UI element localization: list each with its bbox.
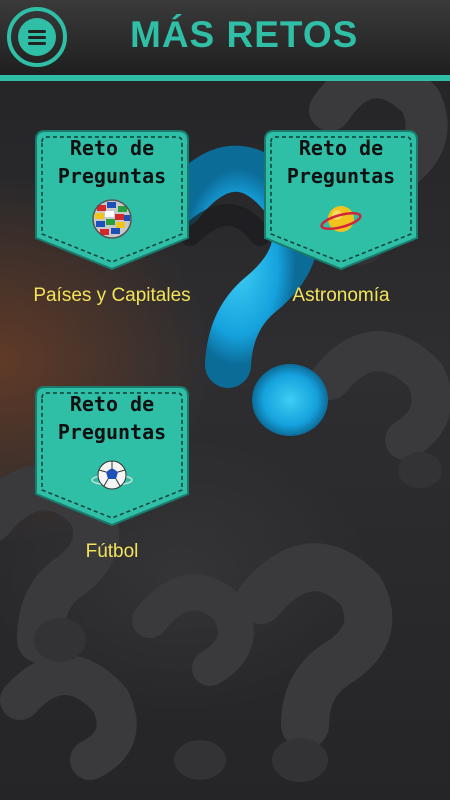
header-divider [0,75,450,81]
badge-title-line2: Preguntas [57,420,167,444]
saturn-planet-icon [320,206,362,232]
card-caption: Países y Capitales [33,285,191,306]
badge-title-line1: Reto de [69,136,155,160]
badge-title-line1: Reto de [298,136,384,160]
menu-button[interactable] [7,7,67,67]
badge-title-line2: Preguntas [286,164,396,188]
world-flags-globe-icon [92,199,132,239]
card-caption: Astronomía [292,285,390,306]
hamburger-menu-icon [18,18,56,56]
menu-bar-top [28,30,46,33]
challenge-card-astronomia[interactable]: Reto de Preguntas Astronomía [262,128,420,313]
card-caption: Fútbol [85,541,139,562]
menu-bar-middle [28,36,46,39]
badge-title-line2: Preguntas [57,164,167,188]
menu-bar-bottom [28,42,46,45]
challenge-card-paises-capitales[interactable]: Reto de Preguntas Países y Capitales [33,128,191,338]
badge-title-line1: Reto de [69,392,155,416]
page-title: MÁS RETOS [130,14,359,55]
app-header: MÁS RETOS [0,0,450,75]
challenge-card-futbol[interactable]: Reto de Preguntas Fútbol [33,384,191,569]
soccer-ball-icon [91,460,133,490]
